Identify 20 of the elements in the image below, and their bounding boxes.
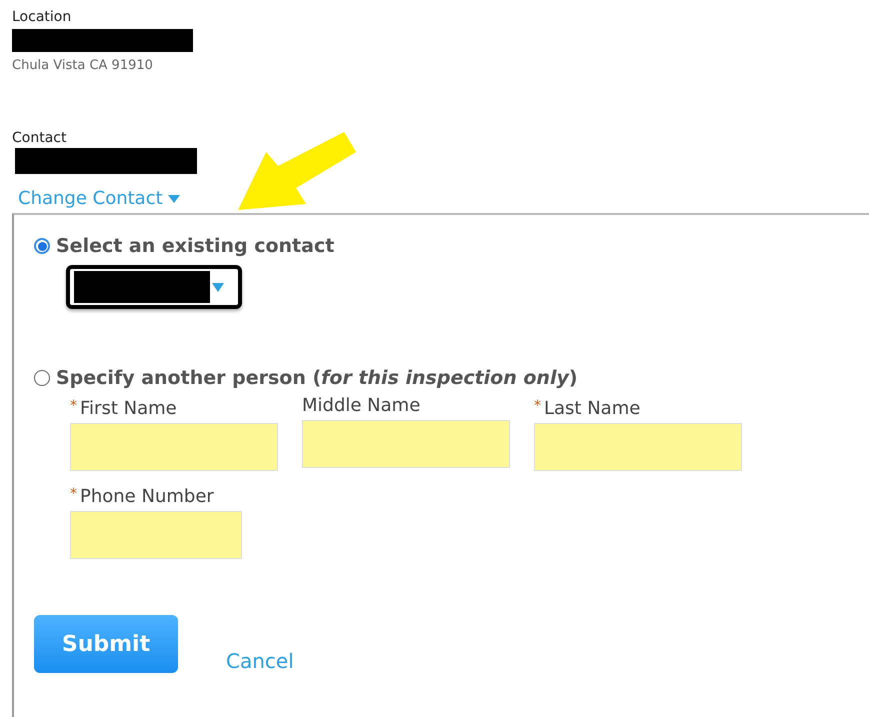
field-label: * First Name xyxy=(70,398,177,419)
field-label: * Phone Number xyxy=(70,486,214,507)
option-label[interactable]: Specify another person (for this inspection only) xyxy=(56,367,578,389)
contact-dropdown[interactable] xyxy=(66,265,242,309)
submit-button[interactable]: Submit xyxy=(34,615,178,673)
contact-label: Contact xyxy=(12,130,66,146)
cancel-link[interactable]: Cancel xyxy=(226,649,294,673)
address-text: Chula Vista CA 91910 xyxy=(12,58,153,73)
input-field[interactable] xyxy=(70,511,242,559)
radio-button[interactable] xyxy=(34,238,50,254)
field-label: Middle Name xyxy=(302,395,420,416)
input-field[interactable] xyxy=(534,423,742,471)
caret-icon xyxy=(212,282,224,292)
field-label: * Last Name xyxy=(534,398,640,419)
location-label: Location xyxy=(12,9,72,25)
input-field[interactable] xyxy=(302,420,510,468)
input-field[interactable] xyxy=(70,423,278,471)
option-label[interactable]: Select an existing contact xyxy=(56,235,334,257)
change-contact-link[interactable]: Change Contact xyxy=(18,188,181,209)
radio-button[interactable] xyxy=(34,370,50,386)
